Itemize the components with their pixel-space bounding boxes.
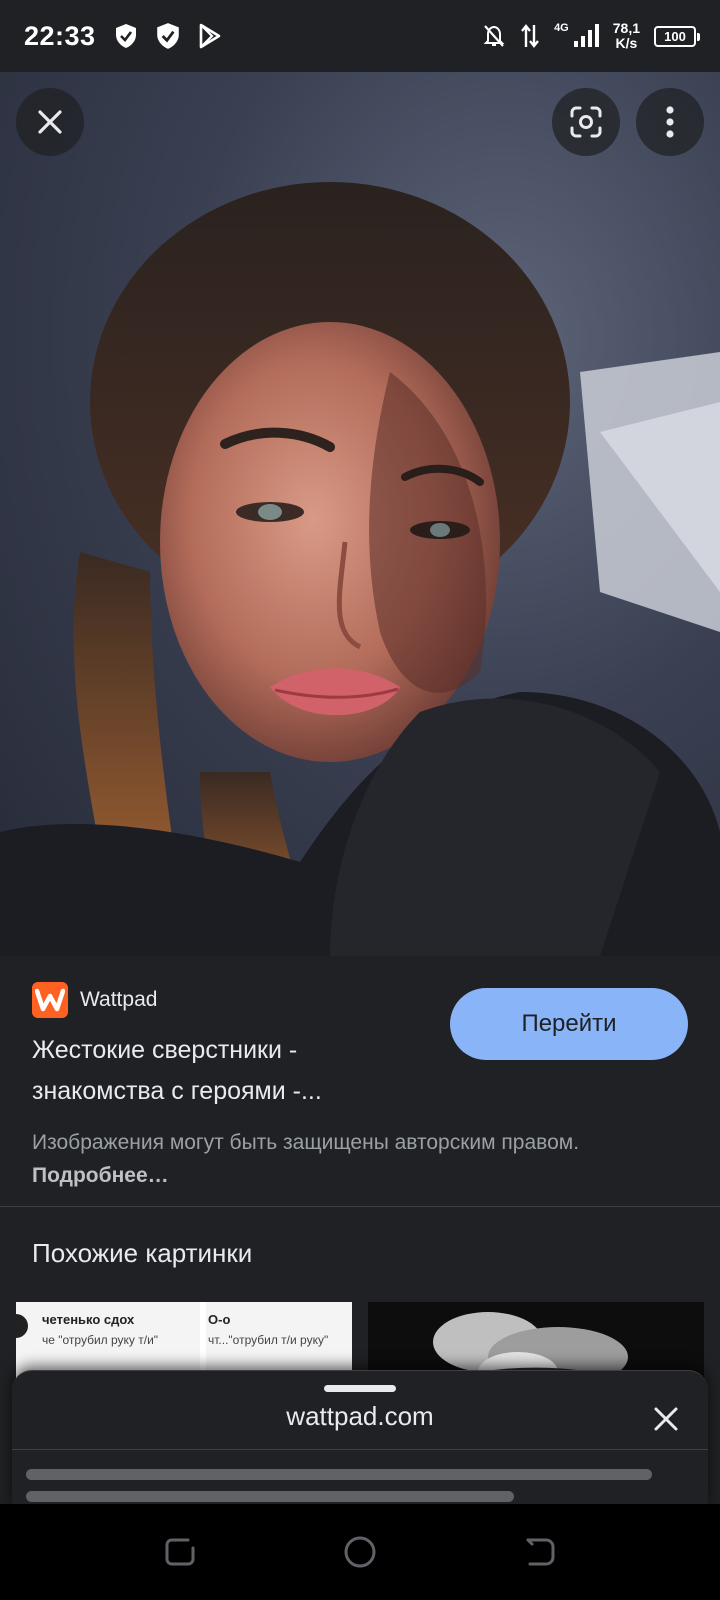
wattpad-w-mark (35, 988, 65, 1012)
battery-level: 100 (664, 28, 686, 44)
result-title-line1: Жестокие сверстники - (32, 1036, 298, 1064)
loading-placeholder-bar (26, 1469, 652, 1480)
result-title-line2: знакомства с героями -... (32, 1077, 322, 1105)
google-lens-icon (570, 106, 602, 138)
goto-button[interactable]: Перейти (450, 988, 688, 1060)
chat-name: О-о (208, 1312, 231, 1327)
status-time: 22:33 (24, 20, 96, 51)
chat-message: чт..."отрубил т/и руку" (208, 1333, 329, 1347)
similar-images-heading: Похожие картинки (32, 1238, 253, 1268)
avatar (16, 1314, 28, 1338)
section-divider (0, 1206, 720, 1207)
result-info-panel: Wattpad Жестокие сверстники - знакомства… (0, 956, 720, 1206)
close-viewer-button[interactable] (16, 88, 84, 156)
recent-apps-icon[interactable] (162, 1534, 198, 1570)
battery-icon: 100 (654, 25, 700, 47)
photo-illustration (0, 182, 720, 956)
data-transfer-icon (521, 24, 539, 48)
network-speed: 78,1 K/s (613, 21, 640, 51)
link-preview-sheet[interactable]: wattpad.com (12, 1370, 708, 1510)
back-icon[interactable] (522, 1534, 558, 1570)
shield-check-icon (156, 23, 179, 49)
shield-check-icon (115, 24, 136, 48)
wattpad-logo-icon (32, 982, 68, 1018)
close-icon (654, 1407, 678, 1431)
status-left-icons (114, 22, 222, 50)
more-options-button[interactable] (636, 88, 704, 156)
source-name: Wattpad (80, 988, 158, 1011)
sheet-divider (12, 1449, 708, 1450)
chat-name: четенько сдох (42, 1312, 135, 1327)
more-vert-icon (666, 106, 674, 138)
network-type: 4G (554, 22, 569, 34)
result-title[interactable]: Жестокие сверстники - знакомства с героя… (32, 1030, 412, 1112)
chat-message: че "отрубил руку т/и" (42, 1333, 159, 1347)
close-icon (38, 110, 62, 134)
system-nav-bar (0, 1504, 720, 1600)
loading-placeholder-bar (26, 1491, 514, 1502)
drag-handle[interactable] (324, 1385, 396, 1392)
google-lens-button[interactable] (552, 88, 620, 156)
signal-icon (573, 24, 599, 47)
network-speed-value: 78,1 (612, 20, 640, 36)
copyright-text: Изображения могут быть защищены авторски… (32, 1131, 580, 1154)
status-bar: 22:33 4G 78,1 K/s 100 (0, 0, 720, 72)
sheet-domain: wattpad.com (286, 1401, 434, 1431)
image-preview[interactable] (0, 72, 720, 956)
bell-off-icon (483, 25, 505, 47)
network-speed-unit: K/s (615, 35, 638, 51)
play-store-icon (199, 23, 220, 49)
learn-more-link[interactable]: Подробнее… (32, 1164, 169, 1187)
status-right-icons: 4G 78,1 K/s 100 (482, 21, 700, 51)
source-row[interactable]: Wattpad (32, 982, 157, 1018)
chat-column: О-о чт..."отрубил т/и руку" (208, 1312, 328, 1347)
close-sheet-button[interactable] (644, 1397, 688, 1441)
home-icon[interactable] (342, 1534, 378, 1570)
chat-column: четенько сдох че "отрубил руку т/и" (42, 1312, 158, 1347)
copyright-notice: Изображения могут быть защищены авторски… (32, 1126, 672, 1192)
